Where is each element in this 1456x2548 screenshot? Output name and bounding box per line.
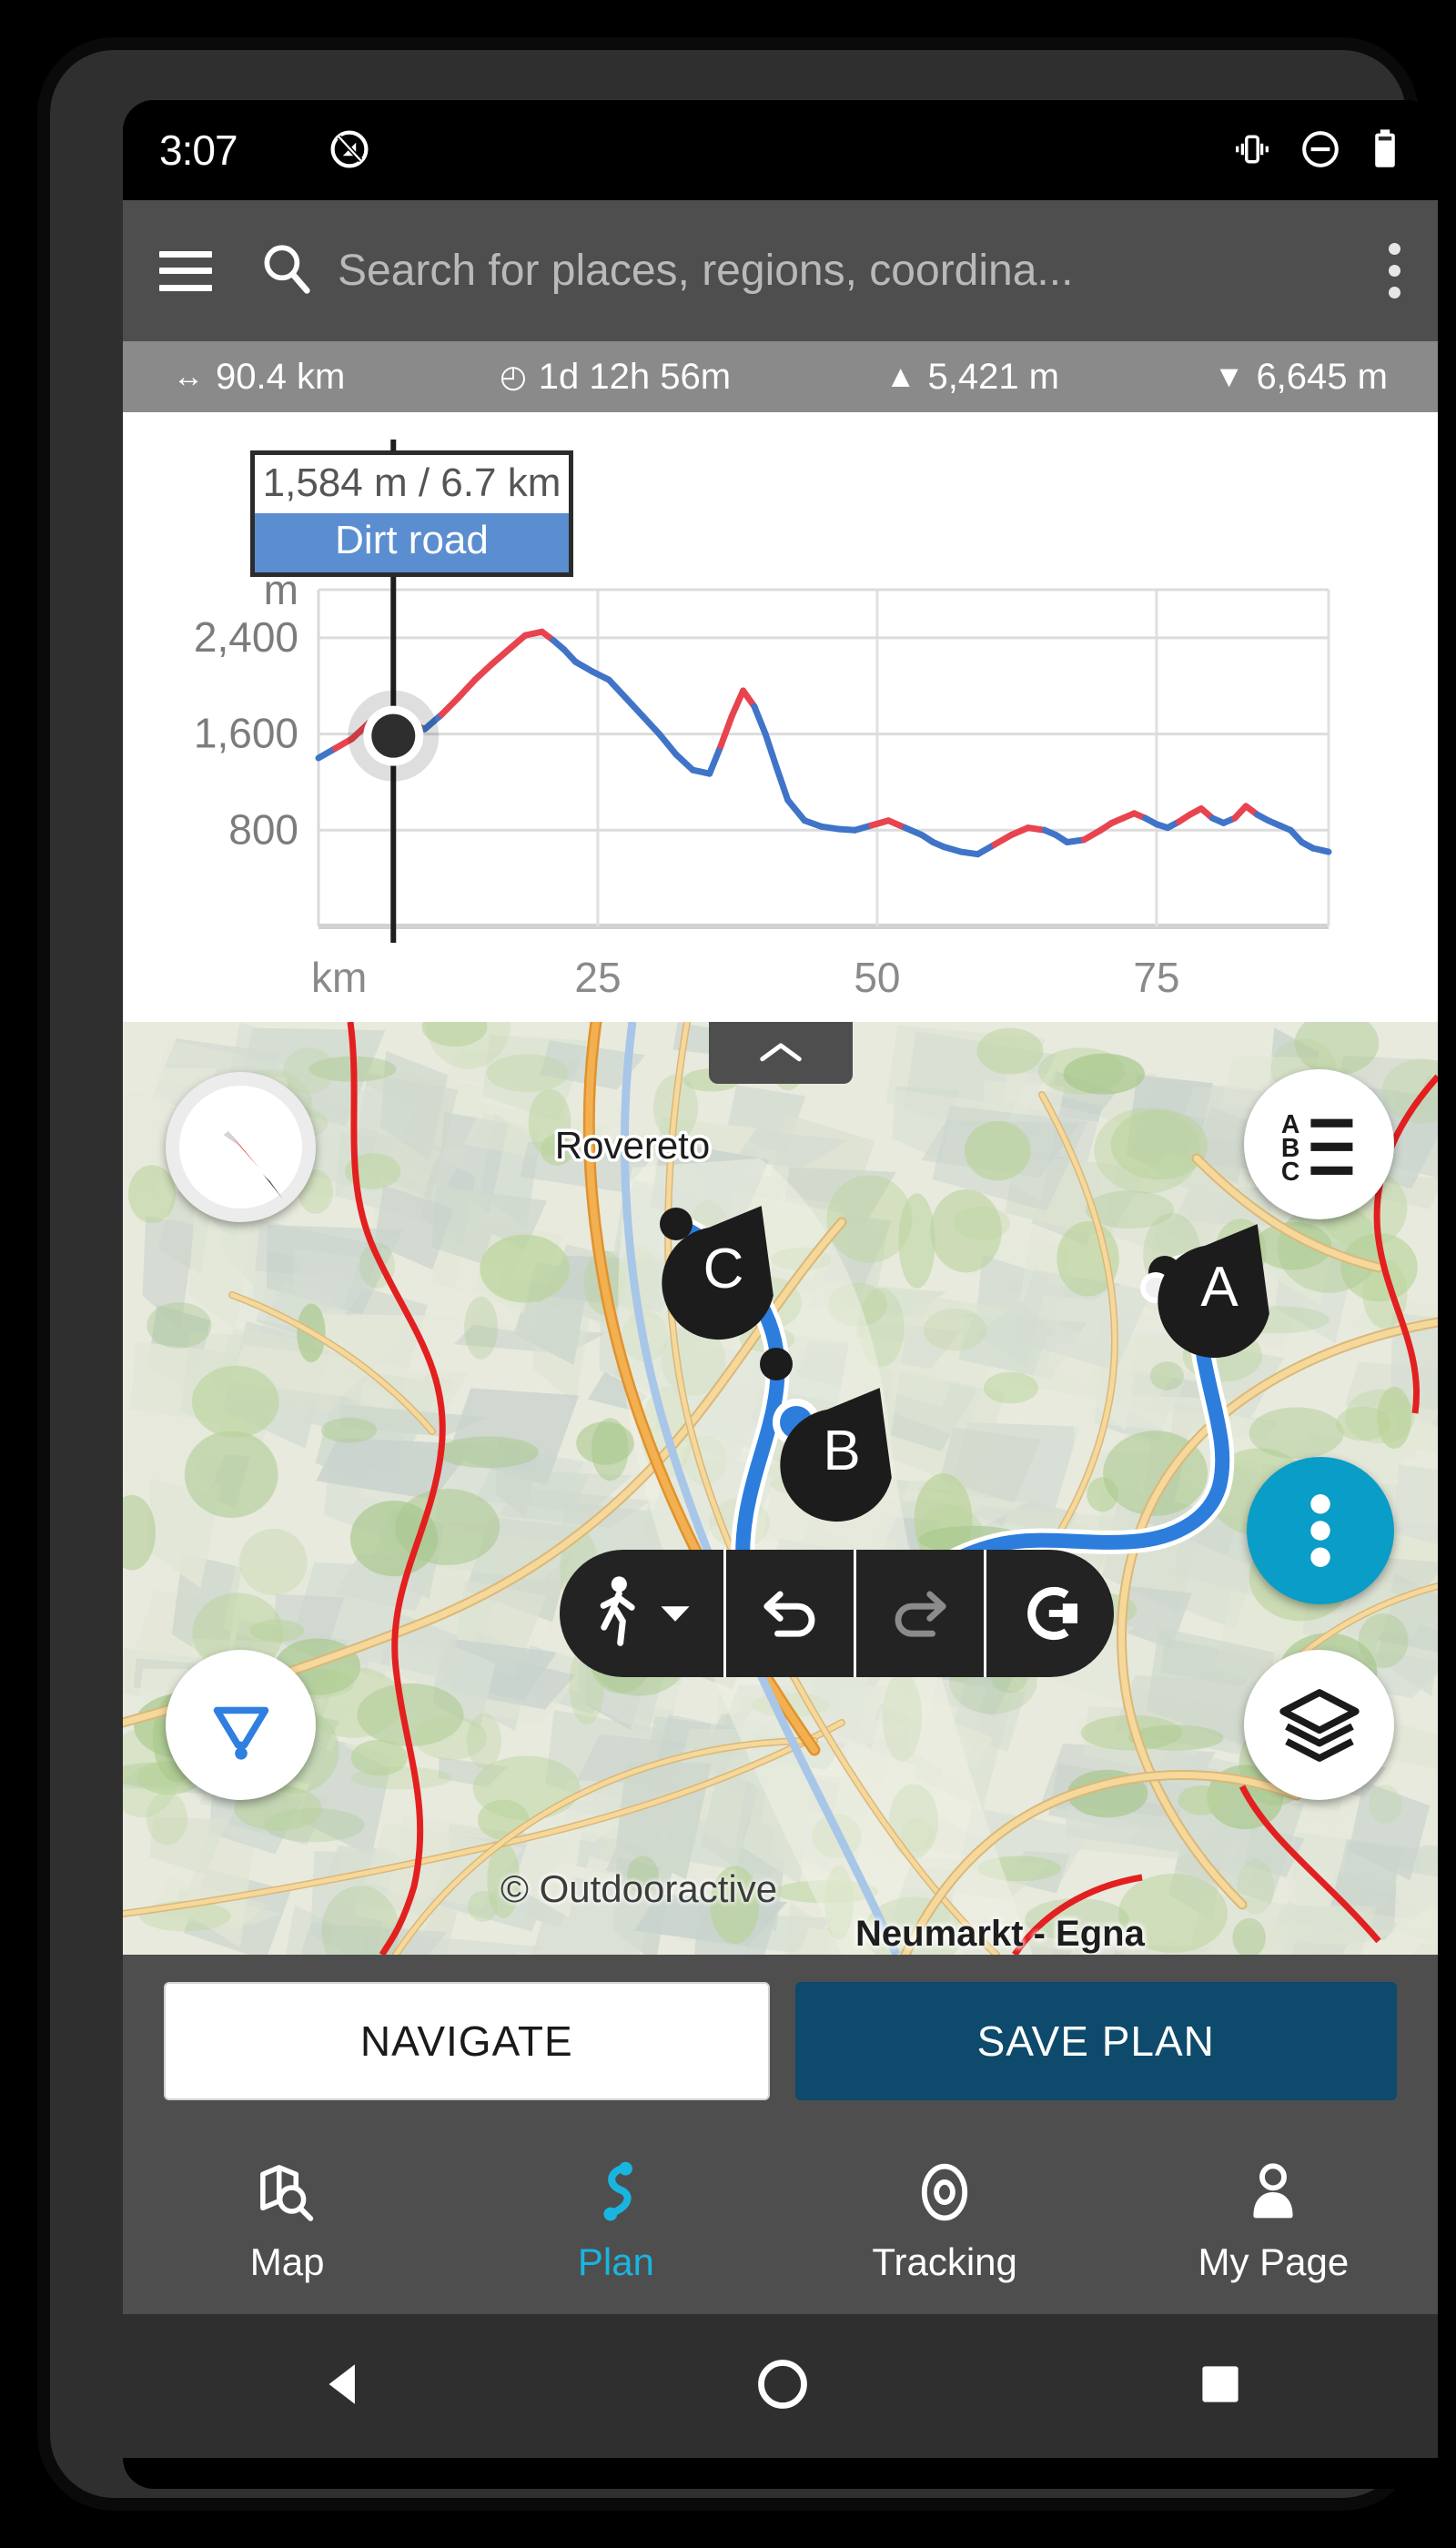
- bottom-nav: Map Plan Tracking My Page: [123, 2128, 1438, 2314]
- chevron-down-icon: [661, 1606, 690, 1622]
- location-off-icon: [328, 127, 371, 176]
- stat-ascent-value: 5,421 m: [927, 356, 1059, 397]
- route-icon: [603, 2161, 632, 2220]
- nav-item-map[interactable]: Map: [123, 2128, 451, 2314]
- map-panel[interactable]: Rovereto A B C A B C © Outdooractive Neu…: [123, 1022, 1438, 1955]
- stat-descent-value: 6,645 m: [1256, 356, 1388, 397]
- map-town-label: Rovereto: [555, 1124, 710, 1167]
- map-canvas[interactable]: Rovereto A B C: [123, 1022, 1438, 1955]
- nav-label-tracking: Tracking: [872, 2240, 1017, 2283]
- round-trip-button[interactable]: [986, 1550, 1114, 1677]
- home-circle-icon[interactable]: [754, 2356, 811, 2417]
- stat-duration: ◴ 1d 12h 56m: [500, 357, 731, 398]
- waypoint-list-button[interactable]: A B C: [1244, 1069, 1394, 1219]
- navigate-button[interactable]: NAVIGATE: [164, 1982, 770, 2100]
- map-place-label: Neumarkt - Egna: [855, 1914, 1145, 1954]
- stat-distance: ↔ 90.4 km: [173, 357, 345, 398]
- map-waypoint-letter: A: [1200, 1256, 1239, 1319]
- map-waypoint-letter: B: [823, 1420, 860, 1482]
- activity-type-button[interactable]: [560, 1550, 726, 1677]
- status-time: 3:07: [159, 126, 238, 174]
- stat-ascent: ▲ 5,421 m: [885, 357, 1059, 398]
- status-bar: 3:07: [123, 100, 1438, 200]
- duration-icon: ◴: [500, 359, 527, 394]
- search-input[interactable]: [338, 246, 1365, 296]
- gps-location-icon: [213, 1706, 268, 1760]
- nav-item-plan[interactable]: Plan: [451, 2128, 780, 2314]
- back-triangle-icon[interactable]: [315, 2356, 371, 2417]
- nav-item-tracking[interactable]: Tracking: [781, 2128, 1109, 2314]
- svg-text:800: 800: [228, 805, 298, 853]
- record-icon: [921, 2163, 968, 2220]
- svg-text:50: 50: [854, 954, 900, 1001]
- stat-distance-value: 90.4 km: [216, 356, 346, 397]
- battery-icon: [1369, 127, 1401, 176]
- person-icon: [1253, 2162, 1293, 2218]
- search-bar: [123, 200, 1438, 341]
- nav-label-map: Map: [249, 2240, 325, 2283]
- svg-text:1,600: 1,600: [194, 710, 298, 757]
- search-icon[interactable]: [258, 240, 314, 301]
- do-not-disturb-icon: [1299, 128, 1341, 175]
- svg-text:25: 25: [574, 954, 621, 1001]
- svg-text:C: C: [1280, 1158, 1299, 1187]
- nav-label-plan: Plan: [577, 2240, 654, 2283]
- collapse-panel-handle[interactable]: [708, 1022, 853, 1084]
- hamburger-icon[interactable]: [159, 250, 212, 291]
- map-waypoint-letter: C: [703, 1238, 744, 1300]
- chevron-up-icon: [759, 1043, 802, 1062]
- redo-button[interactable]: [856, 1550, 986, 1677]
- layers-icon: [1279, 1688, 1360, 1762]
- status-icons: [1232, 127, 1401, 176]
- elevation-chart[interactable]: 800 1,600 2,400 m 25 50 75 km 1,584 m / 6.7 km …: [123, 412, 1438, 1022]
- svg-text:2,400: 2,400: [194, 613, 298, 661]
- action-bar: NAVIGATE SAVE PLAN: [123, 1955, 1438, 2128]
- stat-descent: ▼ 6,645 m: [1214, 357, 1388, 398]
- map-more-icon: [1310, 1494, 1330, 1567]
- compass-button[interactable]: [166, 1072, 316, 1222]
- svg-text:75: 75: [1133, 954, 1179, 1001]
- chart-tooltip: 1,584 m / 6.7 km Dirt road: [250, 450, 573, 577]
- route-stats-bar: ↔ 90.4 km ◴ 1d 12h 56m ▲ 5,421 m ▼ 6,645…: [123, 341, 1438, 412]
- nav-item-my-page[interactable]: My Page: [1109, 2128, 1438, 2314]
- layers-button[interactable]: [1244, 1650, 1394, 1800]
- android-system-nav: [123, 2314, 1438, 2458]
- undo-button[interactable]: [726, 1550, 856, 1677]
- map-more-button[interactable]: [1247, 1457, 1394, 1604]
- phone-screen: 3:07 Search for places, regions, coordin…: [123, 100, 1438, 2489]
- map-attribution: © Outdooractive: [500, 1867, 778, 1910]
- overflow-menu-icon[interactable]: [1389, 243, 1401, 298]
- phone-frame: 3:07 Search for places, regions, coordin…: [50, 50, 1438, 2498]
- distance-icon: ↔: [173, 359, 204, 394]
- recents-square-icon[interactable]: [1195, 2359, 1246, 2414]
- loop-icon: [1027, 1586, 1077, 1641]
- abc-list-icon: A B C: [1280, 1109, 1352, 1187]
- vibrate-icon: [1232, 129, 1272, 174]
- save-plan-button[interactable]: SAVE PLAN: [794, 1982, 1397, 2100]
- route-edit-toolbar: [560, 1550, 1114, 1677]
- undo-icon: [763, 1591, 815, 1637]
- ascent-icon: ▲: [885, 359, 916, 394]
- stat-duration-value: 1d 12h 56m: [538, 356, 732, 397]
- map-search-icon: [259, 2164, 313, 2221]
- redo-icon: [895, 1591, 946, 1637]
- chart-tooltip-surface: Dirt road: [255, 513, 569, 572]
- svg-text:km: km: [311, 954, 367, 1001]
- chart-tooltip-value: 1,584 m / 6.7 km: [262, 460, 561, 505]
- nav-label-my-page: My Page: [1198, 2240, 1350, 2283]
- descent-icon: ▼: [1213, 359, 1245, 394]
- walking-icon: [600, 1576, 635, 1646]
- compass-icon: [179, 1086, 302, 1208]
- gps-location-button[interactable]: [166, 1650, 316, 1800]
